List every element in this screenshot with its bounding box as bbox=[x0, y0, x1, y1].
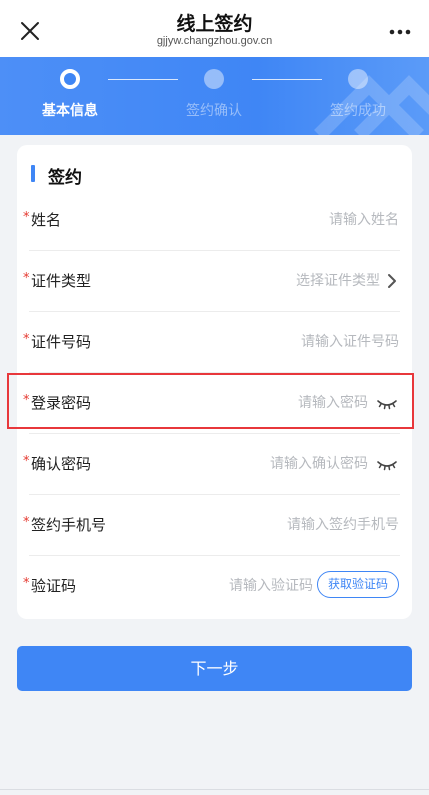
required-mark: * bbox=[23, 576, 30, 591]
bottom-divider bbox=[0, 789, 429, 790]
form-row-id-type[interactable]: * 证件类型 选择证件类型 bbox=[17, 251, 412, 312]
step-label: 基本信息 bbox=[42, 103, 98, 119]
required-mark: * bbox=[23, 454, 30, 469]
form-row-confirm-password[interactable]: * 确认密码 请输入确认密码 bbox=[17, 434, 412, 495]
form-row-verification-code[interactable]: * 验证码 请输入验证码 获取验证码 bbox=[17, 556, 412, 617]
more-options-icon[interactable] bbox=[387, 22, 413, 42]
form-row-name[interactable]: * 姓名 请输入姓名 bbox=[17, 190, 412, 251]
field-label: 证件号码 bbox=[31, 333, 92, 351]
step-connector bbox=[108, 79, 178, 80]
verification-code-input[interactable]: 请输入验证码 bbox=[229, 575, 313, 595]
id-type-select[interactable]: 选择证件类型 bbox=[296, 270, 380, 290]
required-mark: * bbox=[23, 210, 30, 225]
get-code-button[interactable]: 获取验证码 bbox=[317, 571, 399, 598]
step-label: 签约确认 bbox=[186, 103, 242, 119]
required-mark: * bbox=[23, 332, 30, 347]
step-label: 签约成功 bbox=[330, 103, 386, 119]
step-inactive-indicator bbox=[348, 69, 368, 89]
step-connector bbox=[252, 79, 322, 80]
field-label: 验证码 bbox=[31, 577, 77, 595]
next-step-button[interactable]: 下一步 bbox=[17, 646, 412, 691]
required-mark: * bbox=[23, 271, 30, 286]
phone-input[interactable]: 请输入签约手机号 bbox=[287, 514, 399, 534]
section-title: 签约 bbox=[48, 168, 82, 188]
chevron-right-icon[interactable] bbox=[386, 272, 398, 290]
step-active-indicator bbox=[60, 69, 80, 89]
banner-decoration-icon bbox=[314, 75, 429, 135]
confirm-password-input[interactable]: 请输入确认密码 bbox=[270, 453, 368, 473]
name-input[interactable]: 请输入姓名 bbox=[329, 209, 399, 229]
id-number-input[interactable]: 请输入证件号码 bbox=[301, 331, 399, 351]
highlight-box bbox=[7, 373, 414, 429]
step-inactive-indicator bbox=[204, 69, 224, 89]
field-label: 签约手机号 bbox=[31, 516, 107, 534]
field-label: 证件类型 bbox=[31, 272, 92, 290]
field-label: 姓名 bbox=[31, 211, 62, 229]
form-row-id-number[interactable]: * 证件号码 请输入证件号码 bbox=[17, 312, 412, 373]
top-nav-bar: 线上签约 gjjyw.changzhou.gov.cn bbox=[0, 0, 429, 57]
form-row-phone[interactable]: * 签约手机号 请输入签约手机号 bbox=[17, 495, 412, 556]
eye-closed-icon[interactable] bbox=[376, 454, 398, 474]
field-label: 确认密码 bbox=[31, 455, 92, 473]
section-accent-bar bbox=[31, 165, 35, 182]
step-progress-banner: 基本信息 签约确认 签约成功 bbox=[0, 57, 429, 135]
page-domain: gjjyw.changzhou.gov.cn bbox=[156, 35, 273, 47]
required-mark: * bbox=[23, 515, 30, 530]
page-title: 线上签约 bbox=[176, 13, 253, 35]
